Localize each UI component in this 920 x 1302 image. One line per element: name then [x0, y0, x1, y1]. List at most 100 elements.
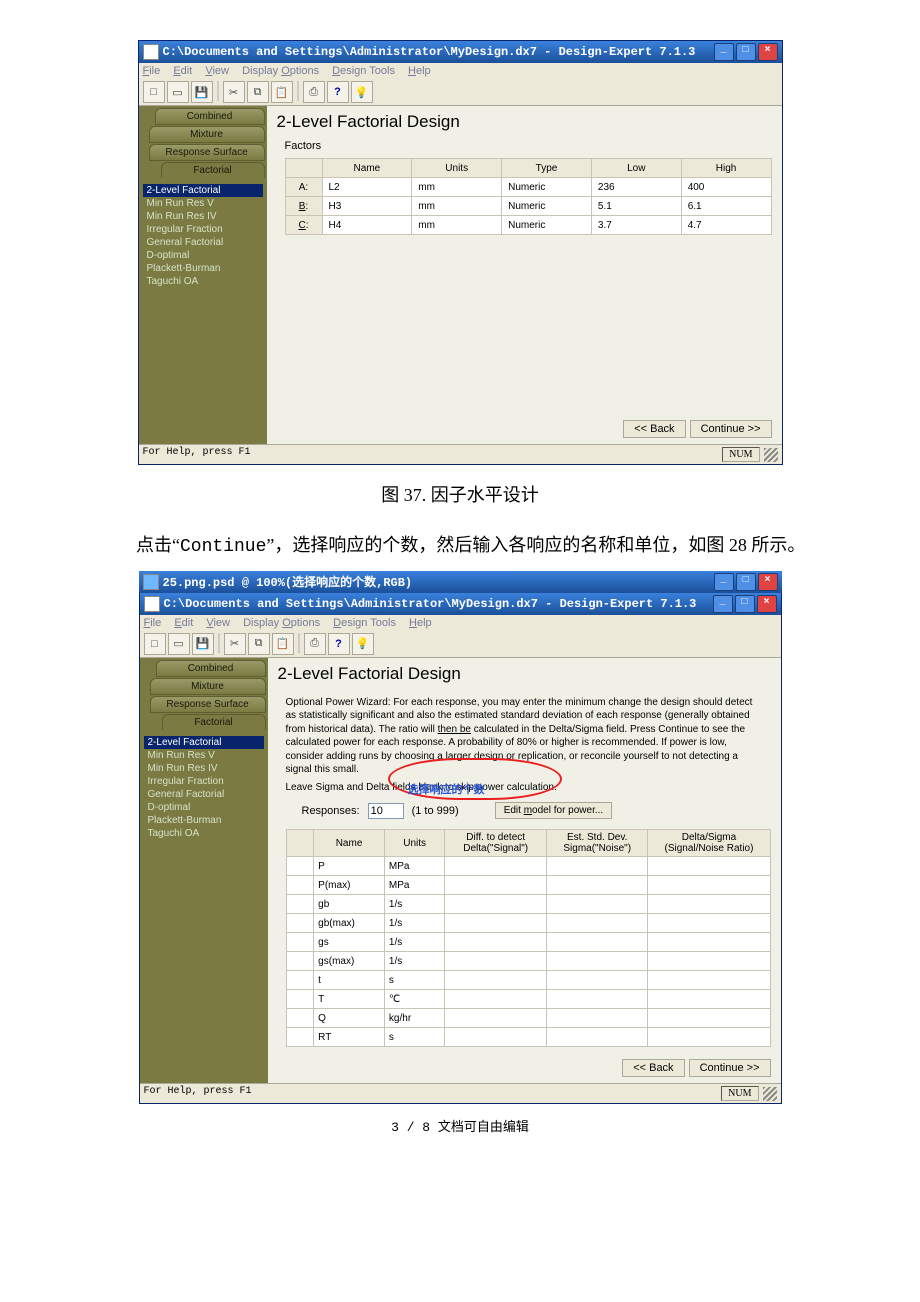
open-icon[interactable]: ▭ — [168, 633, 190, 655]
cell-type[interactable]: Numeric — [502, 216, 592, 235]
menu-edit[interactable]: Edit — [174, 617, 193, 629]
cell-std[interactable] — [546, 876, 648, 895]
cell-units[interactable]: 1/s — [384, 933, 445, 952]
close-button[interactable]: × — [757, 595, 777, 613]
sidebar-tab-mixture[interactable]: Mixture — [149, 126, 265, 143]
cell-std[interactable] — [546, 952, 648, 971]
cell-std[interactable] — [546, 990, 648, 1009]
cell-units[interactable]: MPa — [384, 857, 445, 876]
cell-units[interactable]: 1/s — [384, 952, 445, 971]
minimize-button[interactable]: _ — [714, 43, 734, 61]
cell-ratio[interactable] — [648, 876, 770, 895]
menu-view[interactable]: View — [206, 617, 230, 629]
save-icon[interactable]: 💾 — [192, 633, 214, 655]
sidebar-tab-mixture[interactable]: Mixture — [150, 678, 266, 695]
sidebar-item-general-factorial[interactable]: General Factorial — [143, 236, 263, 249]
cell-std[interactable] — [546, 857, 648, 876]
menu-design-tools[interactable]: Design Tools — [332, 65, 395, 77]
menu-help[interactable]: Help — [409, 617, 432, 629]
sidebar-item-taguchi-oa[interactable]: Taguchi OA — [144, 827, 264, 840]
cell-low[interactable]: 3.7 — [591, 216, 681, 235]
row-label[interactable]: C: — [285, 216, 322, 235]
cell-std[interactable] — [546, 971, 648, 990]
sidebar-item-plackett-burman[interactable]: Plackett-Burman — [144, 814, 264, 827]
cell-std[interactable] — [546, 1028, 648, 1047]
row-label[interactable]: B: — [285, 197, 322, 216]
resize-grip-icon[interactable] — [764, 448, 778, 462]
cell-diff[interactable] — [445, 990, 547, 1009]
minimize-button[interactable]: _ — [713, 595, 733, 613]
sidebar-item-irregular-fraction[interactable]: Irregular Fraction — [144, 775, 264, 788]
cell-low[interactable]: 236 — [591, 178, 681, 197]
tips-icon[interactable]: 💡 — [352, 633, 374, 655]
close-button[interactable]: × — [758, 43, 778, 61]
cell-low[interactable]: 5.1 — [591, 197, 681, 216]
cell-diff[interactable] — [445, 1028, 547, 1047]
maximize-button[interactable]: □ — [735, 595, 755, 613]
cell-diff[interactable] — [445, 914, 547, 933]
cell-units[interactable]: mm — [412, 178, 502, 197]
cell-name[interactable]: Q — [314, 1009, 385, 1028]
cell-diff[interactable] — [445, 971, 547, 990]
sidebar-tab-response-surface[interactable]: Response Surface — [150, 696, 266, 713]
cell-type[interactable]: Numeric — [502, 197, 592, 216]
sidebar-item-d-optimal[interactable]: D-optimal — [144, 801, 264, 814]
sidebar-item-d-optimal[interactable]: D-optimal — [143, 249, 263, 262]
cell-name[interactable]: H3 — [322, 197, 412, 216]
row-label[interactable]: A: — [285, 178, 322, 197]
cell-diff[interactable] — [445, 1009, 547, 1028]
help-icon[interactable]: ? — [327, 81, 349, 103]
cell-std[interactable] — [546, 895, 648, 914]
sidebar-tab-factorial[interactable]: Factorial — [161, 162, 265, 179]
cell-ratio[interactable] — [648, 933, 770, 952]
cut-icon[interactable]: ✂ — [224, 633, 246, 655]
cell-name[interactable]: RT — [314, 1028, 385, 1047]
cell-name[interactable]: gs(max) — [314, 952, 385, 971]
cut-icon[interactable]: ✂ — [223, 81, 245, 103]
cell-name[interactable]: T — [314, 990, 385, 1009]
cell-ratio[interactable] — [648, 1009, 770, 1028]
sidebar-item-2level-factorial[interactable]: 2-Level Factorial — [143, 184, 263, 197]
cell-name[interactable]: H4 — [322, 216, 412, 235]
sidebar-tab-combined[interactable]: Combined — [155, 108, 265, 125]
cell-high[interactable]: 4.7 — [681, 216, 771, 235]
cell-diff[interactable] — [445, 952, 547, 971]
paste-icon[interactable]: 📋 — [271, 81, 293, 103]
cell-high[interactable]: 400 — [681, 178, 771, 197]
cell-std[interactable] — [546, 914, 648, 933]
continue-button[interactable]: Continue >> — [689, 1059, 771, 1077]
sidebar-tab-combined[interactable]: Combined — [156, 660, 266, 677]
new-icon[interactable]: □ — [144, 633, 166, 655]
cell-ratio[interactable] — [648, 971, 770, 990]
cell-name[interactable]: gb — [314, 895, 385, 914]
back-button[interactable]: << Back — [622, 1059, 684, 1077]
menu-display-options[interactable]: Display Options — [242, 65, 319, 77]
sidebar-item-irregular-fraction[interactable]: Irregular Fraction — [143, 223, 263, 236]
cell-ratio[interactable] — [648, 895, 770, 914]
cell-name[interactable]: L2 — [322, 178, 412, 197]
cell-units[interactable]: mm — [412, 197, 502, 216]
resize-grip-icon[interactable] — [763, 1087, 777, 1101]
maximize-button[interactable]: □ — [736, 43, 756, 61]
back-button[interactable]: << Back — [623, 420, 685, 438]
cell-units[interactable]: 1/s — [384, 914, 445, 933]
print-icon[interactable]: ⎙ — [304, 633, 326, 655]
sidebar-tab-factorial[interactable]: Factorial — [162, 714, 266, 731]
cell-name[interactable]: P — [314, 857, 385, 876]
responses-input[interactable] — [368, 803, 404, 819]
cell-type[interactable]: Numeric — [502, 178, 592, 197]
menu-help[interactable]: Help — [408, 65, 431, 77]
minimize-button[interactable]: _ — [714, 573, 734, 591]
cell-ratio[interactable] — [648, 914, 770, 933]
print-icon[interactable]: ⎙ — [303, 81, 325, 103]
sidebar-item-2level-factorial[interactable]: 2-Level Factorial — [144, 736, 264, 749]
cell-name[interactable]: P(max) — [314, 876, 385, 895]
cell-std[interactable] — [546, 933, 648, 952]
cell-name[interactable]: t — [314, 971, 385, 990]
sidebar-item-plackett-burman[interactable]: Plackett-Burman — [143, 262, 263, 275]
menu-display-options[interactable]: Display Options — [243, 617, 320, 629]
close-button[interactable]: × — [758, 573, 778, 591]
sidebar-item-min-run-res-v[interactable]: Min Run Res V — [143, 197, 263, 210]
cell-std[interactable] — [546, 1009, 648, 1028]
cell-name[interactable]: gs — [314, 933, 385, 952]
